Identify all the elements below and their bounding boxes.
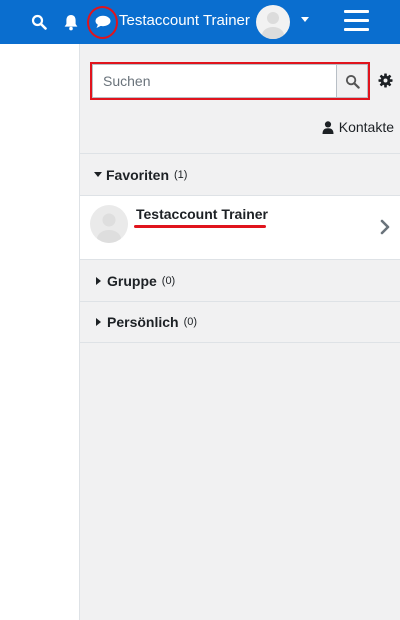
section-label: Gruppe bbox=[107, 272, 157, 289]
caret-right-icon bbox=[96, 276, 101, 285]
search-button[interactable] bbox=[336, 64, 368, 98]
section-group[interactable]: Gruppe (0) bbox=[80, 259, 400, 301]
section-count: (0) bbox=[183, 316, 198, 328]
settings-gear-icon[interactable] bbox=[377, 72, 393, 88]
bell-icon[interactable] bbox=[61, 12, 81, 32]
section-label: Favoriten bbox=[106, 166, 170, 183]
contact-name: Testaccount Trainer bbox=[136, 206, 269, 222]
chevron-down-icon[interactable] bbox=[301, 17, 309, 22]
user-name[interactable]: Testaccount Trainer bbox=[119, 11, 250, 31]
message-drawer: Kontakte Favoriten (1) Testaccount Train… bbox=[80, 44, 400, 620]
search-input[interactable] bbox=[92, 64, 336, 98]
top-navbar: Testaccount Trainer bbox=[0, 0, 400, 44]
caret-right-icon bbox=[96, 318, 101, 326]
page-content-area bbox=[0, 44, 80, 620]
search-icon[interactable] bbox=[29, 12, 49, 32]
hamburger-icon[interactable] bbox=[344, 10, 369, 32]
user-icon bbox=[322, 120, 334, 134]
section-favorites[interactable]: Favoriten (1) bbox=[80, 153, 400, 195]
user-avatar[interactable] bbox=[256, 5, 290, 39]
section-count: (1) bbox=[174, 168, 188, 181]
avatar bbox=[90, 205, 128, 243]
list-item[interactable]: Testaccount Trainer bbox=[80, 195, 400, 259]
section-personal[interactable]: Persönlich (0) bbox=[80, 301, 400, 343]
contacts-label: Kontakte bbox=[338, 119, 394, 135]
contacts-link[interactable]: Kontakte bbox=[322, 118, 394, 136]
search-highlight-box bbox=[90, 62, 370, 100]
chevron-right-icon bbox=[380, 219, 390, 235]
highlight-underline bbox=[134, 225, 266, 228]
section-label: Persönlich bbox=[107, 314, 179, 330]
caret-down-icon bbox=[94, 172, 102, 177]
section-count: (0) bbox=[161, 274, 176, 287]
search-icon bbox=[345, 74, 360, 89]
chat-highlight-ring bbox=[87, 6, 118, 39]
